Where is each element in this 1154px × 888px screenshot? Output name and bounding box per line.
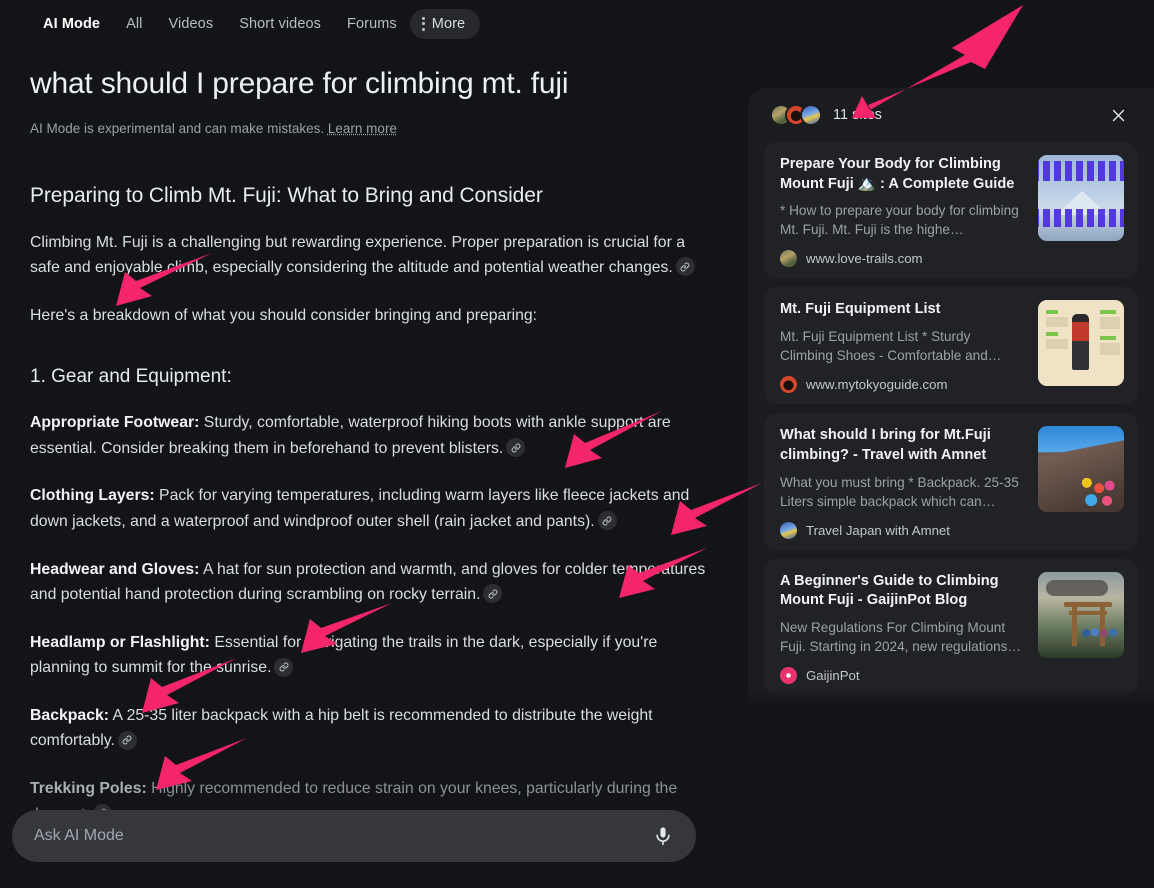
search-tab-bar: AI Mode All Videos Short videos Forums M…: [0, 0, 1154, 47]
source-card-domain: Travel Japan with Amnet: [806, 522, 950, 538]
favicon-icon: [780, 667, 797, 685]
site-avatar-icon: [800, 104, 822, 126]
learn-more-link[interactable]: Learn more: [328, 121, 397, 136]
ask-ai-mode-input[interactable]: Ask AI Mode: [34, 827, 652, 845]
source-card[interactable]: A Beginner's Guide to Climbing Mount Fuj…: [764, 558, 1138, 696]
tab-all[interactable]: All: [113, 9, 155, 39]
tab-more[interactable]: More: [409, 8, 481, 39]
source-card-title: Mt. Fuji Equipment List: [780, 301, 941, 318]
source-card-thumbnail: [1038, 155, 1124, 241]
citation-link-icon[interactable]: [274, 657, 294, 677]
tab-all-label: All: [126, 15, 143, 32]
tab-forums[interactable]: Forums: [334, 9, 410, 39]
favicon-icon: [780, 376, 797, 394]
answer-column: what should I prepare for climbing mt. f…: [0, 47, 740, 823]
breakdown-paragraph: Here's a breakdown of what you should co…: [30, 306, 538, 324]
tab-videos-label: Videos: [168, 15, 214, 32]
source-card-text: What should I bring for Mt.Fuji climbing…: [780, 426, 1026, 539]
source-card-origin: GaijinPot: [780, 667, 1026, 685]
source-card[interactable]: Mt. Fuji Equipment List Mt. Fuji Equipme…: [764, 287, 1138, 405]
tab-short-videos[interactable]: Short videos: [226, 9, 334, 39]
intro-paragraph: Climbing Mt. Fuji is a challenging but r…: [30, 230, 710, 281]
ai-disclaimer-text: AI Mode is experimental and can make mis…: [30, 120, 325, 136]
page-title: what should I prepare for climbing mt. f…: [30, 67, 569, 100]
citation-link-icon[interactable]: [675, 257, 695, 277]
site-avatars: [770, 104, 822, 126]
kebab-menu-icon: [421, 16, 425, 31]
gear-item-footwear-term: Appropriate Footwear:: [30, 414, 200, 432]
ai-mode-page: AI Mode All Videos Short videos Forums M…: [0, 0, 1154, 888]
gear-item-headlamp: Headlamp or Flashlight: Essential for na…: [30, 630, 710, 681]
source-card[interactable]: Prepare Your Body for Climbing Mount Fuj…: [764, 142, 1138, 279]
source-card[interactable]: Equipment | Official Web Site for Mt. Fu…: [764, 704, 1138, 713]
source-card-domain: www.mytokyoguide.com: [806, 377, 948, 393]
tab-more-label: More: [431, 15, 466, 32]
tab-ai-mode-label: AI Mode: [43, 15, 101, 32]
gear-item-backpack-term: Backpack:: [30, 706, 110, 724]
gear-item-trekking-poles-term: Trekking Poles:: [30, 780, 147, 798]
source-card-text: Mt. Fuji Equipment List Mt. Fuji Equipme…: [780, 300, 1026, 394]
source-card-thumbnail: [1038, 571, 1124, 658]
intro-paragraph-text: Climbing Mt. Fuji is a challenging but r…: [30, 233, 686, 277]
source-card[interactable]: What should I bring for Mt.Fuji climbing…: [764, 413, 1138, 550]
sources-panel: 11 sites Prepare Your Body for Climbing …: [748, 88, 1154, 713]
favicon-icon: [780, 521, 797, 539]
source-card-text: A Beginner's Guide to Climbing Mount Fuj…: [780, 572, 1026, 685]
gear-item-headwear: Headwear and Gloves: A hat for sun prote…: [30, 557, 710, 608]
gear-item-backpack: Backpack: A 25-35 liter backpack with a …: [30, 703, 710, 754]
microphone-icon[interactable]: [652, 825, 674, 847]
gear-item-headwear-term: Headwear and Gloves:: [30, 560, 200, 578]
source-card-title: What should I bring for Mt.Fuji climbing…: [780, 427, 991, 463]
source-card-text: Prepare Your Body for Climbing Mount Fuj…: [780, 155, 1026, 268]
citation-link-icon[interactable]: [117, 730, 137, 750]
source-card-title: A Beginner's Guide to Climbing Mount Fuj…: [780, 572, 999, 609]
tab-forums-label: Forums: [347, 15, 397, 32]
sources-panel-header: 11 sites: [764, 88, 1138, 142]
gear-item-clothing-term: Clothing Layers:: [30, 487, 155, 505]
source-card-origin: Travel Japan with Amnet: [780, 521, 1026, 539]
gear-item-footwear: Appropriate Footwear: Sturdy, comfortabl…: [30, 410, 710, 461]
section-heading: Preparing to Climb Mt. Fuji: What to Bri…: [30, 183, 543, 207]
source-card-origin: www.love-trails.com: [780, 250, 1026, 268]
source-card-snippet: Mt. Fuji Equipment List * Sturdy Climbin…: [780, 329, 1002, 364]
source-card-snippet: * How to prepare your body for climbing …: [780, 203, 1019, 238]
source-card-thumbnail: [1038, 300, 1124, 387]
citation-link-icon[interactable]: [597, 511, 617, 531]
tab-ai-mode[interactable]: AI Mode: [30, 9, 113, 39]
favicon-icon: [780, 250, 797, 268]
source-card-title: Prepare Your Body for Climbing Mount Fuj…: [780, 156, 1015, 192]
source-card-thumbnail: [1038, 426, 1124, 513]
ask-ai-mode-bar[interactable]: Ask AI Mode: [12, 810, 696, 862]
gear-item-headlamp-term: Headlamp or Flashlight:: [30, 633, 210, 651]
gear-item-clothing: Clothing Layers: Pack for varying temper…: [30, 483, 710, 534]
source-card-origin: www.mytokyoguide.com: [780, 376, 1026, 394]
sites-count-label: 11 sites: [833, 107, 882, 123]
tab-videos[interactable]: Videos: [156, 9, 227, 39]
source-card-snippet: New Regulations For Climbing Mount Fuji.…: [780, 620, 1022, 655]
citation-link-icon[interactable]: [483, 584, 503, 604]
subsection-heading: 1. Gear and Equipment:: [30, 366, 232, 388]
source-card-domain: GaijinPot: [806, 668, 860, 684]
close-panel-button[interactable]: [1102, 99, 1134, 131]
tab-short-videos-label: Short videos: [239, 15, 322, 32]
ai-disclaimer: AI Mode is experimental and can make mis…: [30, 121, 710, 136]
source-card-snippet: What you must bring * Backpack. 25-35 Li…: [780, 474, 1019, 509]
source-card-domain: www.love-trails.com: [806, 251, 923, 267]
citation-link-icon[interactable]: [506, 438, 526, 458]
